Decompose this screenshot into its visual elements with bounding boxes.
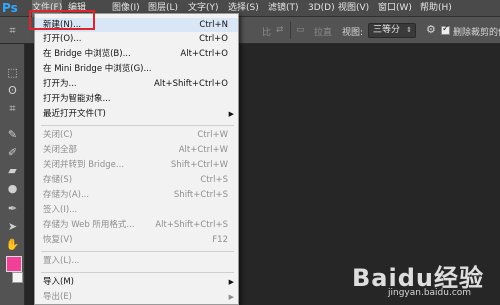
menu-separator: [41, 125, 234, 126]
menu-item-shortcut: Alt+Ctrl+O: [180, 49, 228, 59]
menu-item-label: 在 Bridge 中浏览(B)...: [43, 49, 131, 59]
menu-item-label: 存储为 Web 所用格式...: [43, 220, 135, 230]
crop-tool-preset-icon[interactable]: ⌗: [4, 22, 21, 39]
menu-item-label: 最近打开文件(T): [43, 109, 106, 119]
menu-item-shortcut: Ctrl+S: [200, 175, 228, 185]
view-label: 视图:: [342, 28, 364, 38]
menu-item-export[interactable]: 导出(E) ▶: [35, 290, 238, 304]
ratio-unit-label: 比: [262, 28, 272, 38]
menu-view[interactable]: 视图(V): [338, 0, 369, 17]
view-overlay-select[interactable]: 三等分 ⇕: [368, 23, 416, 38]
menu-window[interactable]: 窗口(W): [378, 0, 412, 17]
eyedropper-tool-icon[interactable]: ✎: [4, 126, 21, 143]
menu-item-open-smart-object[interactable]: 打开为智能对象...: [35, 92, 238, 106]
menu-item-close-go-bridge[interactable]: 关闭并转到 Bridge... Shift+Ctrl+W: [35, 158, 238, 172]
menu-item-label: 关闭(C): [43, 130, 73, 140]
menu-item-shortcut: Shift+Ctrl+S: [173, 190, 228, 200]
tools-panel: ⬚ ʘ ⌗ ✎ ✐ ▰ ● ✒ ➤ ✋: [0, 44, 25, 305]
menu-item-label: 导入(M): [43, 277, 74, 287]
straighten-label: 拉直: [314, 28, 333, 38]
menu-item-shortcut: Ctrl+W: [197, 130, 228, 140]
pen-tool-icon[interactable]: ✒: [4, 200, 21, 217]
menu-item-revert[interactable]: 恢复(V) F12: [35, 233, 238, 247]
menu-item-shortcut: Alt+Shift+Ctrl+O: [153, 79, 228, 89]
menu-item-label: 打开(O)...: [43, 34, 82, 44]
menu-item-recent-files[interactable]: 最近打开文件(T) ▶: [35, 107, 238, 121]
menu-item-save-as[interactable]: 存储为(A)... Shift+Ctrl+S: [35, 188, 238, 202]
menu-item-close[interactable]: 关闭(C) Ctrl+W: [35, 128, 238, 142]
menu-separator: [41, 272, 234, 273]
menu-item-shortcut: Ctrl+O: [199, 34, 228, 44]
separator: [290, 22, 291, 39]
menu-item-open[interactable]: 打开(O)... Ctrl+O: [35, 32, 238, 46]
gear-icon[interactable]: ⚙: [426, 23, 436, 36]
menu-item-open-as[interactable]: 打开为... Alt+Shift+Ctrl+O: [35, 77, 238, 91]
menu-item-label: 打开为...: [43, 79, 77, 89]
lasso-tool-icon[interactable]: ʘ: [4, 82, 21, 99]
menu-item-shortcut: Ctrl+N: [199, 20, 228, 30]
eraser-tool-icon[interactable]: ▰: [4, 162, 21, 179]
menu-item-browse-bridge[interactable]: 在 Bridge 中浏览(B)... Alt+Ctrl+O: [35, 47, 238, 61]
foreground-color-swatch[interactable]: [6, 256, 22, 272]
menu-separator: [41, 251, 234, 252]
delete-cropped-label: 删除裁剪的像素: [453, 28, 500, 38]
background-color-swatch[interactable]: [12, 272, 23, 283]
menu-item-shortcut: Shift+Ctrl+W: [170, 160, 228, 170]
marquee-tool-icon[interactable]: ⬚: [4, 64, 21, 81]
menu-item-label: 签入(I)...: [43, 205, 78, 215]
menu-item-label: 存储(S): [43, 175, 73, 185]
menu-filter[interactable]: 滤镜(T): [268, 0, 299, 17]
menu-item-label: 关闭全部: [43, 145, 78, 155]
submenu-arrow-icon: ▶: [228, 110, 234, 118]
menu-item-label: 恢复(V): [43, 235, 73, 245]
straighten-icon[interactable]: ▭: [296, 25, 305, 35]
crop-tool-icon[interactable]: ⌗: [4, 100, 21, 117]
menu-help[interactable]: 帮助(H): [420, 0, 452, 17]
file-menu-dropdown: 新建(N)... Ctrl+N 打开(O)... Ctrl+O 在 Bridge…: [34, 13, 239, 305]
clear-icon[interactable]: ⇄: [276, 25, 284, 35]
menu-item-shortcut: Alt+Shift+Ctrl+S: [155, 220, 228, 230]
path-select-tool-icon[interactable]: ➤: [4, 218, 21, 235]
menu-item-label: 在 Mini Bridge 中浏览(G)...: [43, 64, 152, 74]
delete-cropped-checkbox[interactable]: [441, 24, 450, 35]
menu-item-save-for-web[interactable]: 存储为 Web 所用格式... Alt+Shift+Ctrl+S: [35, 218, 238, 232]
blur-tool-icon[interactable]: ●: [4, 180, 21, 197]
annotation-highlight-box: [29, 10, 95, 30]
menu-item-save[interactable]: 存储(S) Ctrl+S: [35, 173, 238, 187]
menu-item-import[interactable]: 导入(M) ▶: [35, 275, 238, 289]
submenu-arrow-icon: ▶: [228, 293, 234, 301]
submenu-arrow-icon: ▶: [228, 278, 234, 286]
menu-item-label: 导出(E): [43, 292, 73, 302]
menu-item-place[interactable]: 置入(L)...: [35, 254, 238, 268]
hand-tool-icon[interactable]: ✋: [4, 236, 21, 253]
menu-item-label: 置入(L)...: [43, 256, 80, 266]
view-overlay-value: 三等分: [373, 25, 401, 35]
menu-item-label: 存储为(A)...: [43, 190, 90, 200]
watermark-url: jingyan.baidu.com: [388, 288, 472, 298]
photoshop-logo: Ps: [2, 1, 18, 15]
menu-item-shortcut: Alt+Ctrl+W: [178, 145, 228, 155]
baidu-jingyan-watermark: Baidu经验 jingyan.baidu.com: [330, 258, 500, 305]
menu-3d[interactable]: 3D(D): [308, 0, 335, 17]
menu-item-close-all[interactable]: 关闭全部 Alt+Ctrl+W: [35, 143, 238, 157]
menu-item-check-in[interactable]: 签入(I)...: [35, 203, 238, 217]
menu-item-label: 打开为智能对象...: [43, 94, 111, 104]
menu-item-shortcut: F12: [212, 235, 228, 245]
brush-tool-icon[interactable]: ✐: [4, 144, 21, 161]
menu-item-label: 关闭并转到 Bridge...: [43, 160, 125, 170]
updown-arrows-icon: ⇕: [406, 26, 412, 34]
menu-item-browse-mini-bridge[interactable]: 在 Mini Bridge 中浏览(G)...: [35, 62, 238, 76]
